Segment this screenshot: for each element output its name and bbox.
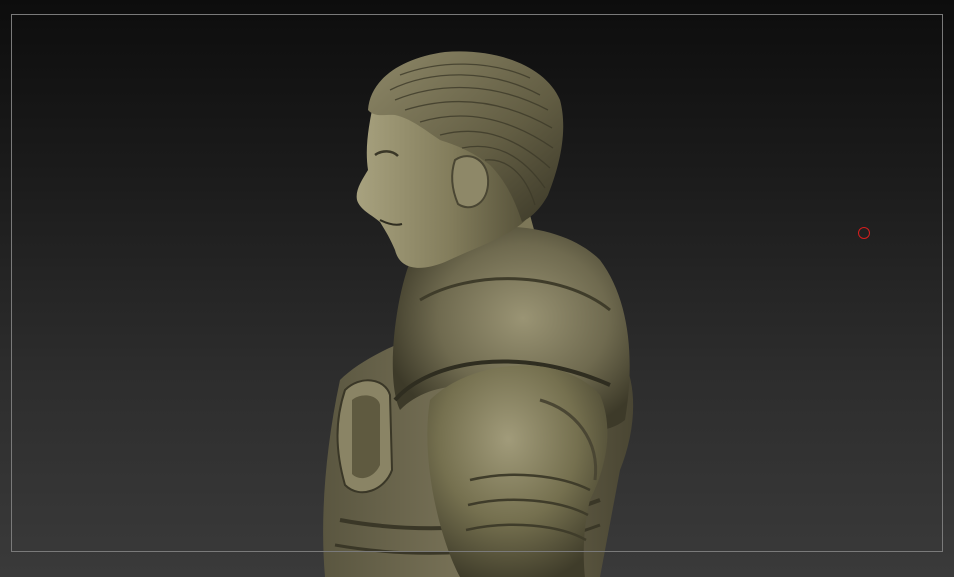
canvas-viewport[interactable] — [0, 0, 954, 577]
arm — [427, 365, 608, 577]
sculpt-model[interactable] — [0, 0, 954, 577]
brush-circle-icon — [858, 227, 870, 239]
